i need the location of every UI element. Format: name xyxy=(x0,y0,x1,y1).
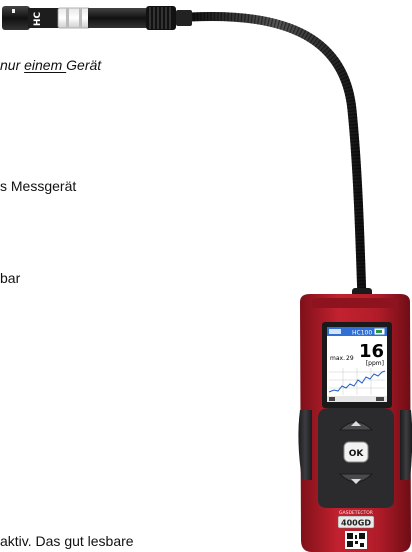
screen-max-label: max. xyxy=(330,355,345,362)
page: { "text_fragments": { "line1_prefix": "n… xyxy=(0,0,412,552)
svg-text:GASDETECTOR: GASDETECTOR xyxy=(339,510,373,516)
screen-max-value: 29 xyxy=(346,355,354,362)
svg-text:OK: OK xyxy=(349,449,365,459)
gas-detector-device: HC HC100 16 [ppm] max. 29 OK GASDETECTOR… xyxy=(2,6,412,552)
screen-label: HC100 xyxy=(352,330,372,337)
model-name: 400GD xyxy=(341,519,371,528)
screen-reading: 16 xyxy=(359,341,384,362)
button-cluster: OK xyxy=(338,421,374,484)
model-badge: GASDETECTOR 400GD xyxy=(337,510,375,529)
probe-label: HC xyxy=(33,12,43,27)
device-screen: HC100 16 [ppm] max. 29 xyxy=(322,322,392,408)
screen-unit: [ppm] xyxy=(366,360,384,367)
sensor-probe: HC xyxy=(2,6,192,30)
qr-code xyxy=(345,531,367,549)
